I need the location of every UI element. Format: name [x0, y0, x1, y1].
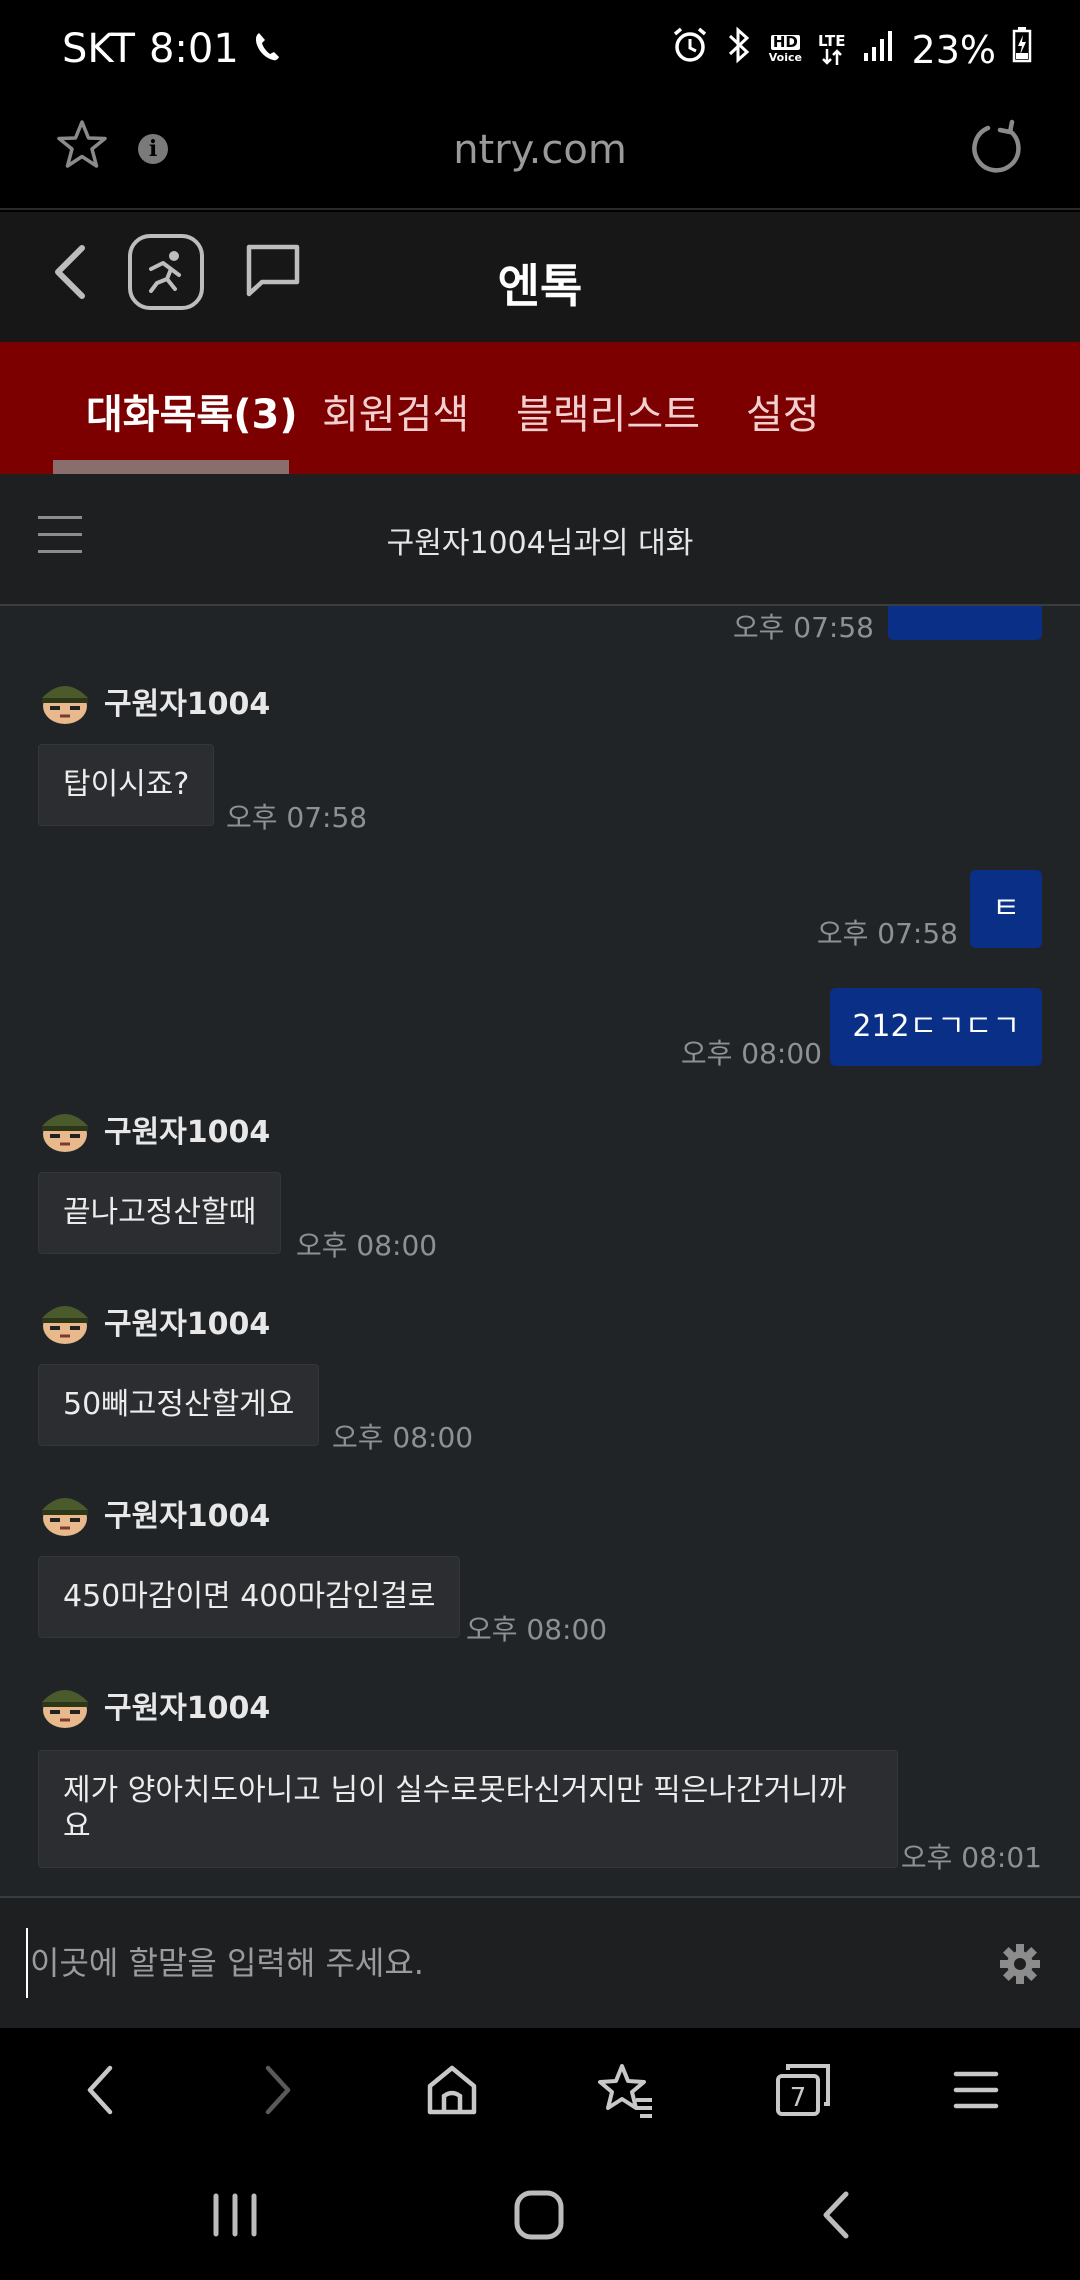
- tab-bar: 대화목록(3) 회원검색 블랙리스트 설정: [0, 342, 1080, 474]
- clock: 8:01: [148, 26, 239, 72]
- home-button-icon[interactable]: [512, 2188, 566, 2246]
- carrier-label: SKT: [62, 26, 135, 72]
- incoming-message-bubble[interactable]: 50빼고정산할게요: [38, 1364, 320, 1446]
- message-input-bar: [0, 1896, 1080, 2028]
- browser-menu-icon[interactable]: [950, 2060, 1002, 2124]
- soldier-avatar-icon: [42, 1114, 88, 1152]
- message-time: 오후 07:58: [732, 611, 874, 644]
- tab-conversations[interactable]: 대화목록(3): [86, 382, 298, 440]
- outgoing-message-bubble[interactable]: 212ㄷㄱㄷㄱ: [830, 988, 1042, 1066]
- tab-settings[interactable]: 설정: [746, 382, 820, 440]
- outgoing-message-bubble[interactable]: [888, 606, 1042, 640]
- message-time: 오후 08:00: [332, 1421, 474, 1454]
- system-navigation-bar: [0, 2156, 1080, 2280]
- incoming-message-bubble[interactable]: 450마감이면 400마감인걸로: [38, 1556, 461, 1638]
- message-sender: 구원자1004: [38, 1104, 270, 1154]
- browser-forward-icon[interactable]: [254, 2060, 302, 2124]
- message-time: 오후 08:00: [680, 1037, 822, 1070]
- bookmark-star-icon[interactable]: [54, 118, 110, 176]
- soldier-avatar-icon: [42, 1306, 88, 1344]
- tab-blacklist[interactable]: 블랙리스트: [516, 382, 700, 440]
- incoming-message-bubble[interactable]: 제가 양아치도아니고 님이 실수로못타신거지만 픽은나간거니까요: [38, 1750, 898, 1868]
- soldier-avatar-icon: [42, 686, 88, 724]
- site-header: 엔톡: [0, 212, 1080, 342]
- conversation-header: 구원자1004님과의 대화: [0, 474, 1080, 606]
- message-sender: 구원자1004: [38, 1296, 270, 1346]
- bookmarks-icon[interactable]: [596, 2060, 656, 2124]
- home-icon[interactable]: [424, 2060, 480, 2124]
- incoming-message-bubble[interactable]: 끝나고정산할때: [38, 1172, 282, 1254]
- lte-icon: LTE: [818, 34, 846, 65]
- reload-icon[interactable]: [966, 118, 1026, 182]
- message-time: 오후 08:00: [296, 1229, 438, 1262]
- info-icon[interactable]: i: [138, 134, 168, 164]
- message-sender: 구원자1004: [38, 1488, 270, 1538]
- conversation-title: 구원자1004님과의 대화: [386, 526, 694, 561]
- signal-icon: [862, 28, 896, 72]
- message-list[interactable]: 오후 07:58 구원자1004 탑이시죠? 오후 07:58 오후 07:58…: [0, 606, 1080, 1896]
- message-sender: 구원자1004: [38, 676, 270, 726]
- incoming-message-bubble[interactable]: 탑이시죠?: [38, 744, 215, 826]
- soldier-avatar-icon: [42, 1498, 88, 1536]
- gear-icon[interactable]: [998, 1942, 1042, 1990]
- tab-member-search[interactable]: 회원검색: [322, 382, 469, 440]
- browser-back-icon[interactable]: [76, 2060, 124, 2124]
- message-time: 오후 08:00: [466, 1613, 608, 1646]
- recent-apps-icon[interactable]: [210, 2188, 260, 2246]
- site-title: 엔톡: [497, 259, 583, 313]
- alarm-icon: [671, 26, 709, 73]
- svg-text:7: 7: [790, 2083, 807, 2113]
- status-bar: SKT 8:01 HD Voice LTE 23%: [0, 0, 1080, 105]
- message-input[interactable]: [26, 1928, 966, 1998]
- message-sender: 구원자1004: [38, 1680, 270, 1730]
- system-back-icon[interactable]: [816, 2188, 856, 2246]
- battery-icon: [1012, 27, 1032, 72]
- wifi-call-icon: [253, 29, 283, 69]
- battery-percent: 23%: [911, 27, 996, 72]
- browser-toolbar: 7: [0, 2028, 1080, 2156]
- message-time: 오후 08:01: [900, 1841, 1042, 1874]
- soldier-avatar-icon: [42, 1690, 88, 1728]
- hd-voice-icon: HD Voice: [768, 32, 802, 64]
- bluetooth-icon: [725, 26, 753, 73]
- tabs-icon[interactable]: 7: [774, 2060, 834, 2124]
- active-tab-indicator: [53, 460, 289, 474]
- outgoing-message-bubble[interactable]: ㅌ: [970, 870, 1042, 948]
- message-time: 오후 07:58: [816, 917, 958, 950]
- message-time: 오후 07:58: [226, 801, 368, 834]
